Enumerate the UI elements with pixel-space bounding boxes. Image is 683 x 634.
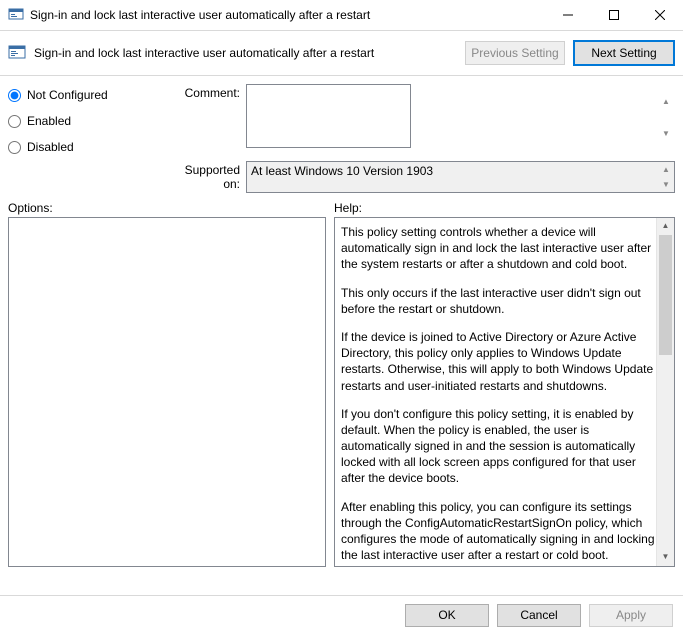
scrollbar-thumb[interactable] xyxy=(659,235,672,355)
chevron-down-icon: ▼ xyxy=(658,118,674,151)
radio-enabled-input[interactable] xyxy=(8,115,21,128)
radio-enabled[interactable]: Enabled xyxy=(8,114,158,128)
policy-title: Sign-in and lock last interactive user a… xyxy=(34,46,457,60)
previous-setting-button[interactable]: Previous Setting xyxy=(465,41,565,65)
section-labels: Options: Help: xyxy=(0,193,683,217)
close-button[interactable] xyxy=(637,0,683,30)
next-setting-button[interactable]: Next Setting xyxy=(573,40,675,66)
radio-disabled[interactable]: Disabled xyxy=(8,140,158,154)
header-icon xyxy=(8,43,26,64)
radio-disabled-label: Disabled xyxy=(27,140,74,154)
help-panel: This policy setting controls whether a d… xyxy=(334,217,675,567)
dialog-footer: OK Cancel Apply xyxy=(0,595,683,634)
supported-scroll[interactable]: ▲ ▼ xyxy=(658,162,674,192)
comment-input[interactable] xyxy=(246,84,411,148)
help-scrollbar[interactable]: ▲ ▼ xyxy=(656,218,674,566)
comment-scroll[interactable]: ▲ ▼ xyxy=(658,85,674,150)
help-text: After enabling this policy, you can conf… xyxy=(341,499,656,564)
titlebar: Sign-in and lock last interactive user a… xyxy=(0,0,683,31)
help-text: This policy setting controls whether a d… xyxy=(341,224,656,273)
supported-on-value: At least Windows 10 Version 1903 xyxy=(251,164,433,178)
header: Sign-in and lock last interactive user a… xyxy=(0,31,683,76)
chevron-up-icon: ▲ xyxy=(658,85,674,118)
comment-label: Comment: xyxy=(166,84,240,151)
help-text: This only occurs if the last interactive… xyxy=(341,285,656,317)
chevron-down-icon: ▼ xyxy=(658,177,674,192)
chevron-up-icon: ▲ xyxy=(658,162,674,177)
panels: This policy setting controls whether a d… xyxy=(0,217,683,567)
cancel-button[interactable]: Cancel xyxy=(497,604,581,627)
radio-enabled-label: Enabled xyxy=(27,114,71,128)
supported-row: Supported on: At least Windows 10 Versio… xyxy=(166,161,675,193)
supported-on-field: At least Windows 10 Version 1903 ▲ ▼ xyxy=(246,161,675,193)
titlebar-left: Sign-in and lock last interactive user a… xyxy=(8,6,370,25)
metadata-fields: Comment: ▲ ▼ Supported on: At least Wind… xyxy=(166,84,675,193)
help-text: If you don't configure this policy setti… xyxy=(341,406,656,487)
maximize-button[interactable] xyxy=(591,0,637,30)
radio-not-configured[interactable]: Not Configured xyxy=(8,88,158,102)
radio-not-configured-label: Not Configured xyxy=(27,88,108,102)
minimize-button[interactable] xyxy=(545,0,591,30)
window-title: Sign-in and lock last interactive user a… xyxy=(30,8,370,22)
chevron-up-icon: ▲ xyxy=(657,218,674,235)
window-controls xyxy=(545,0,683,30)
radio-not-configured-input[interactable] xyxy=(8,89,21,102)
options-label: Options: xyxy=(8,201,334,215)
help-label: Help: xyxy=(334,201,675,215)
policy-config-area: Not Configured Enabled Disabled Comment:… xyxy=(0,76,683,193)
supported-label: Supported on: xyxy=(166,161,240,193)
app-icon xyxy=(8,6,24,25)
apply-button[interactable]: Apply xyxy=(589,604,673,627)
options-panel xyxy=(8,217,326,567)
state-radios: Not Configured Enabled Disabled xyxy=(8,84,158,193)
radio-disabled-input[interactable] xyxy=(8,141,21,154)
help-text: If the device is joined to Active Direct… xyxy=(341,329,656,394)
chevron-down-icon: ▼ xyxy=(657,549,674,566)
comment-row: Comment: ▲ ▼ xyxy=(166,84,675,151)
ok-button[interactable]: OK xyxy=(405,604,489,627)
